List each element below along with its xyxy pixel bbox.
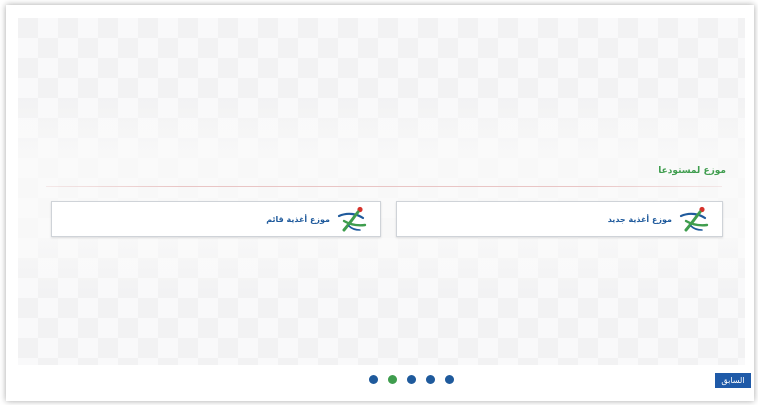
step-pagination bbox=[369, 375, 454, 384]
step-dot-5[interactable] bbox=[445, 375, 454, 384]
previous-button[interactable]: السابق bbox=[715, 373, 751, 388]
new-food-distributor-option[interactable]: موزع أغذية جديد bbox=[396, 201, 723, 237]
new-food-distributor-label: موزع أغذية جديد bbox=[607, 214, 672, 224]
existing-food-distributor-option[interactable]: موزع أغذية قائم bbox=[51, 201, 381, 237]
step-dot-1[interactable] bbox=[369, 375, 378, 384]
background-fade bbox=[18, 95, 745, 295]
green-runner-logo-icon bbox=[337, 206, 367, 232]
step-dot-4[interactable] bbox=[426, 375, 435, 384]
step-dot-2[interactable] bbox=[388, 375, 397, 384]
step-dot-3[interactable] bbox=[407, 375, 416, 384]
existing-food-distributor-label: موزع أغذية قائم bbox=[266, 214, 330, 224]
section-divider bbox=[46, 186, 722, 187]
green-runner-logo-icon bbox=[679, 206, 709, 232]
section-title: موزع لمستودعا bbox=[658, 166, 726, 176]
